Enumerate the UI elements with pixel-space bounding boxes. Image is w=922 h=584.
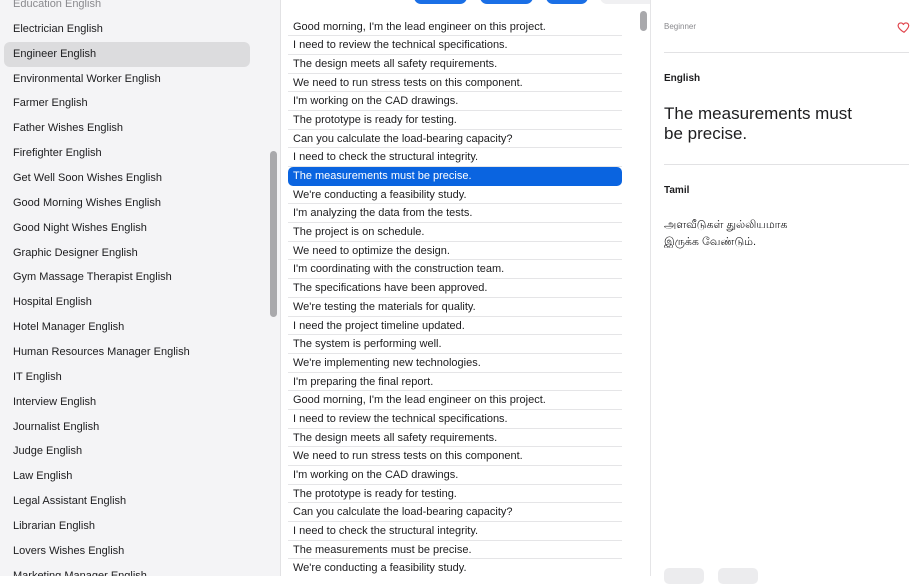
- sidebar-item[interactable]: Environmental Worker English: [4, 67, 250, 92]
- level-label: Beginner: [664, 22, 697, 31]
- phrase-pane: Good morning, I'm the lead engineer on t…: [281, 0, 649, 576]
- sidebar-item[interactable]: Lovers Wishes English: [4, 539, 250, 564]
- phrase-list: Good morning, I'm the lead engineer on t…: [288, 18, 622, 577]
- phrase-row[interactable]: We need to run stress tests on this comp…: [288, 74, 622, 93]
- sidebar-item[interactable]: Legal Assistant English: [4, 489, 250, 514]
- sidebar-item[interactable]: Librarian English: [4, 514, 250, 539]
- phrase-row[interactable]: I'm preparing the final report.: [288, 373, 622, 392]
- phrase-row[interactable]: The project is on schedule.: [288, 223, 622, 242]
- sidebar-item[interactable]: Journalist English: [4, 415, 250, 440]
- sidebar-item[interactable]: Human Resources Manager English: [4, 340, 250, 365]
- phrase-row[interactable]: We're conducting a feasibility study.: [288, 186, 622, 205]
- phrase-row[interactable]: I need to check the structural integrity…: [288, 522, 622, 541]
- phrase-row[interactable]: I need to review the technical specifica…: [288, 410, 622, 429]
- toolbar-button[interactable]: [546, 0, 588, 4]
- detail-pane: Beginner English The measurements must b…: [650, 0, 922, 584]
- divider: [664, 164, 909, 165]
- sidebar-item[interactable]: Good Night Wishes English: [4, 216, 250, 241]
- phrase-scrollbar-thumb[interactable]: [640, 11, 647, 31]
- phrase-row[interactable]: We need to optimize the design.: [288, 242, 622, 261]
- phrase-row[interactable]: We're testing the materials for quality.: [288, 298, 622, 317]
- phrase-row[interactable]: We're conducting a feasibility study.: [288, 559, 622, 576]
- category-sidebar: Education English Electrician English Engi…: [0, 0, 281, 576]
- phrase-row[interactable]: The design meets all safety requirements…: [288, 55, 622, 74]
- sidebar-scrollbar-thumb[interactable]: [270, 151, 277, 317]
- phrase-row[interactable]: Good morning, I'm the lead engineer on t…: [288, 391, 622, 410]
- tamil-translation: அளவீடுகள் துல்லியமாக இருக்க வேண்டும்.: [664, 219, 788, 248]
- english-phrase: The measurements must be precise.: [664, 104, 853, 143]
- phrase-row[interactable]: The design meets all safety requirements…: [288, 429, 622, 448]
- phrase-row[interactable]: The measurements must be precise.: [288, 541, 622, 560]
- phrase-row[interactable]: I'm coordinating with the construction t…: [288, 260, 622, 280]
- english-label: English: [664, 73, 701, 84]
- tamil-label: Tamil: [664, 185, 690, 196]
- phrase-row[interactable]: Can you calculate the load-bearing capac…: [288, 503, 622, 523]
- phrase-row[interactable]: Can you calculate the load-bearing capac…: [288, 130, 622, 149]
- phrase-row[interactable]: I need the project timeline updated.: [288, 317, 622, 336]
- play-button[interactable]: [664, 568, 704, 584]
- toolbar-button[interactable]: [480, 0, 533, 4]
- sidebar-item[interactable]: Get Well Soon Wishes English: [4, 166, 250, 191]
- phrase-row[interactable]: I'm analyzing the data from the tests.: [288, 204, 622, 224]
- sidebar-item[interactable]: Interview English: [4, 390, 250, 415]
- sidebar-item[interactable]: Marketing Manager English: [4, 564, 250, 576]
- phrase-row[interactable]: The measurements must be precise.: [288, 167, 622, 186]
- sidebar-item[interactable]: IT English: [4, 365, 250, 390]
- sidebar-item[interactable]: Good Morning Wishes English: [4, 191, 250, 216]
- sidebar-item[interactable]: Father Wishes English: [4, 116, 250, 141]
- phrase-row[interactable]: The prototype is ready for testing.: [288, 111, 622, 130]
- category-list: Education English Electrician English Engi…: [0, 0, 268, 576]
- phrase-row[interactable]: Good morning, I'm the lead engineer on t…: [288, 18, 622, 37]
- phrase-row[interactable]: The system is performing well.: [288, 335, 622, 354]
- sidebar-item[interactable]: Electrician English: [4, 17, 250, 42]
- phrase-row[interactable]: I'm working on the CAD drawings.: [288, 466, 622, 485]
- sidebar-item[interactable]: Hospital English: [4, 290, 250, 315]
- sidebar-item[interactable]: Education English: [4, 0, 250, 17]
- phrase-row[interactable]: We need to run stress tests on this comp…: [288, 447, 622, 466]
- sidebar-item[interactable]: Farmer English: [4, 91, 250, 116]
- sidebar-item[interactable]: Gym Massage Therapist English: [4, 265, 250, 290]
- heart-outline-icon[interactable]: [897, 20, 911, 34]
- phrase-row[interactable]: I need to review the technical specifica…: [288, 36, 622, 55]
- phrase-row[interactable]: I'm working on the CAD drawings.: [288, 92, 622, 111]
- stop-button[interactable]: [718, 568, 758, 584]
- divider: [664, 52, 909, 53]
- sidebar-item[interactable]: Judge English: [4, 439, 250, 464]
- phrase-row[interactable]: The specifications have been approved.: [288, 279, 622, 298]
- sidebar-item[interactable]: Firefighter English: [4, 141, 250, 166]
- phrase-row[interactable]: The prototype is ready for testing.: [288, 485, 622, 504]
- sidebar-item[interactable]: Engineer English: [4, 41, 250, 67]
- phrase-row[interactable]: We're implementing new technologies.: [288, 354, 622, 373]
- sidebar-item[interactable]: Law English: [4, 464, 250, 489]
- sidebar-item[interactable]: Graphic Designer English: [4, 241, 250, 266]
- phrase-row[interactable]: I need to check the structural integrity…: [288, 148, 622, 167]
- toolbar-button[interactable]: [414, 0, 467, 4]
- sidebar-item[interactable]: Hotel Manager English: [4, 315, 250, 340]
